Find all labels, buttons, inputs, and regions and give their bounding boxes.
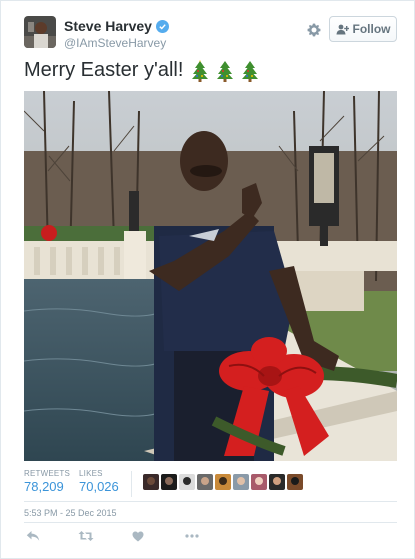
tweet-photo[interactable] bbox=[24, 91, 397, 461]
tweet-card: Steve Harvey @IAmSteveHarvey Follow Merr… bbox=[0, 0, 415, 559]
reply-icon[interactable] bbox=[26, 528, 40, 544]
retweets-stat[interactable]: RETWEETS 78,209 bbox=[24, 469, 70, 494]
engagement-stats: RETWEETS 78,209 LIKES 70,026 bbox=[24, 469, 397, 499]
christmas-tree-icon bbox=[242, 60, 259, 82]
like-icon[interactable] bbox=[132, 528, 144, 544]
likes-label: LIKES bbox=[79, 469, 103, 478]
avatar[interactable] bbox=[24, 16, 56, 48]
divider bbox=[24, 501, 397, 502]
liker-avatar[interactable] bbox=[143, 474, 159, 490]
likes-stat[interactable]: LIKES 70,026 bbox=[79, 469, 119, 494]
follow-label: Follow bbox=[352, 22, 391, 36]
display-name-text[interactable]: Steve Harvey bbox=[64, 18, 152, 34]
tweet-timestamp[interactable]: 5:53 PM - 25 Dec 2015 bbox=[24, 508, 117, 518]
add-user-icon bbox=[336, 24, 349, 34]
retweet-icon[interactable] bbox=[78, 528, 94, 544]
divider bbox=[24, 522, 397, 523]
liker-avatar[interactable] bbox=[161, 474, 177, 490]
verified-badge-icon bbox=[155, 19, 169, 33]
more-icon[interactable] bbox=[185, 528, 199, 544]
retweets-count: 78,209 bbox=[24, 479, 64, 494]
christmas-tree-icon bbox=[192, 59, 209, 82]
gear-icon[interactable] bbox=[304, 20, 324, 40]
likes-count: 70,026 bbox=[79, 479, 119, 494]
display-name[interactable]: Steve Harvey bbox=[64, 18, 169, 34]
retweets-label: RETWEETS bbox=[24, 469, 71, 478]
tweet-text: Merry Easter y'all! bbox=[24, 59, 259, 82]
liker-avatar[interactable] bbox=[287, 474, 303, 490]
follow-button[interactable]: Follow bbox=[329, 16, 397, 42]
liker-avatars bbox=[143, 474, 303, 490]
tweet-text-body: Merry Easter y'all! bbox=[24, 59, 184, 81]
liker-avatar[interactable] bbox=[233, 474, 249, 490]
liker-avatar[interactable] bbox=[179, 474, 195, 490]
liker-avatar[interactable] bbox=[197, 474, 213, 490]
user-handle[interactable]: @IAmSteveHarvey bbox=[64, 36, 166, 50]
liker-avatar[interactable] bbox=[215, 474, 231, 490]
liker-avatar[interactable] bbox=[251, 474, 267, 490]
emoji-group bbox=[191, 59, 259, 82]
liker-avatar[interactable] bbox=[269, 474, 285, 490]
stats-divider bbox=[131, 471, 132, 497]
christmas-tree-icon bbox=[217, 60, 234, 82]
tweet-actions bbox=[24, 528, 397, 546]
